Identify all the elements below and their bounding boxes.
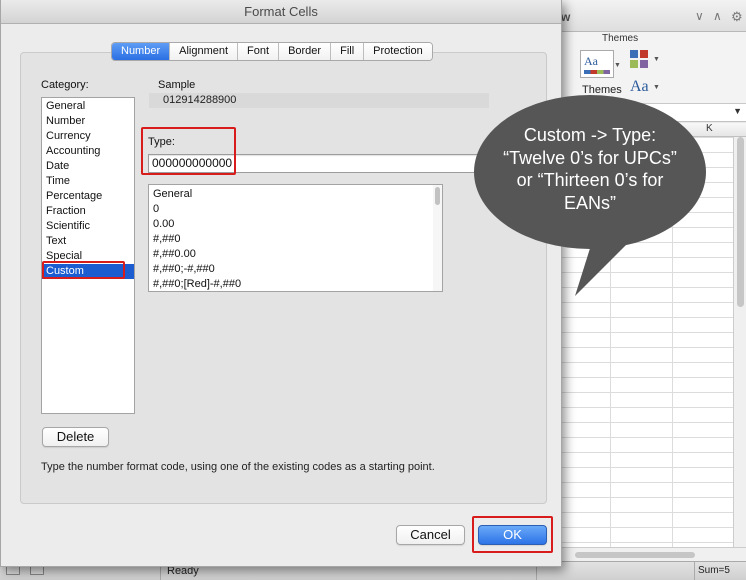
horizontal-scroll-thumb[interactable] — [575, 552, 695, 558]
callout-line: EANs” — [563, 192, 616, 213]
tab-font[interactable]: Font — [238, 43, 280, 60]
format-code-item[interactable]: #,##0;-#,##0 — [153, 262, 215, 277]
ribbon-tab-fragment[interactable]: w — [561, 10, 570, 24]
sample-label: Sample — [158, 79, 196, 91]
category-list[interactable]: General Number Currency Accounting Date … — [41, 97, 135, 414]
theme-colors-icon[interactable] — [630, 50, 650, 70]
format-code-item[interactable]: 0.00 — [153, 217, 174, 232]
theme-color-bar — [584, 70, 610, 74]
category-number[interactable]: Number — [42, 114, 134, 129]
category-time[interactable]: Time — [42, 174, 134, 189]
category-scientific[interactable]: Scientific — [42, 219, 134, 234]
themes-dropdown-icon[interactable]: ▼ — [614, 62, 621, 69]
callout-line: “Twelve 0’s for UPCs” — [503, 147, 677, 168]
category-label: Category: — [41, 79, 89, 91]
status-divider — [694, 562, 695, 580]
themes-button[interactable]: Aa — [580, 50, 614, 78]
cancel-button[interactable]: Cancel — [396, 525, 465, 545]
category-accounting[interactable]: Accounting — [42, 144, 134, 159]
tab-alignment[interactable]: Alignment — [170, 43, 239, 60]
ok-button[interactable]: OK — [478, 525, 547, 545]
ribbon-tab-strip: w ∨ ∧ ⚙ — [555, 0, 746, 32]
vertical-scroll-thumb[interactable] — [737, 137, 744, 307]
colors-dropdown-icon[interactable]: ▼ — [653, 56, 660, 63]
category-currency[interactable]: Currency — [42, 129, 134, 144]
tab-fill[interactable]: Fill — [331, 43, 365, 60]
formula-expand-icon[interactable]: ▼ — [733, 106, 742, 116]
tab-border[interactable]: Border — [279, 43, 332, 60]
theme-preview-text: Aa — [584, 54, 598, 68]
format-code-item[interactable]: #,##0 — [153, 232, 181, 247]
delete-button[interactable]: Delete — [42, 427, 109, 447]
format-code-item[interactable]: General — [153, 187, 192, 202]
chevron-up-icon[interactable]: ∧ — [713, 9, 722, 23]
callout-line: Custom -> Type: — [523, 125, 657, 145]
category-date[interactable]: Date — [42, 159, 134, 174]
horizontal-scrollbar[interactable] — [555, 547, 746, 561]
category-custom[interactable]: Custom — [42, 264, 134, 279]
vertical-scrollbar[interactable] — [733, 137, 746, 547]
callout-bubble: Custom -> Type: “Twelve 0’s for UPCs” or… — [472, 94, 708, 300]
gear-icon[interactable]: ⚙ — [731, 9, 743, 25]
type-input[interactable]: 000000000000 — [148, 154, 483, 173]
fonts-dropdown-icon[interactable]: ▼ — [653, 84, 660, 91]
category-special[interactable]: Special — [42, 249, 134, 264]
format-code-item[interactable]: 0 — [153, 202, 159, 217]
themes-group-label: Themes — [602, 33, 639, 44]
category-text[interactable]: Text — [42, 234, 134, 249]
chevron-down-icon[interactable]: ∨ — [695, 9, 704, 23]
format-code-list[interactable]: General 0 0.00 #,##0 #,##0.00 #,##0;-#,#… — [148, 184, 443, 292]
tab-number[interactable]: Number — [112, 43, 171, 60]
format-list-scroll-thumb[interactable] — [435, 187, 440, 205]
hint-text: Type the number format code, using one o… — [41, 461, 435, 473]
dialog-titlebar[interactable]: Format Cells — [1, 0, 561, 24]
format-code-item[interactable]: #,##0;[Red]-#,##0 — [153, 277, 241, 291]
dialog-title: Format Cells — [244, 4, 318, 19]
sample-value: 012914288900 — [149, 93, 489, 108]
callout-text: Custom -> Type: “Twelve 0’s for UPCs” or… — [490, 124, 690, 214]
tab-protection[interactable]: Protection — [364, 43, 432, 60]
category-general[interactable]: General — [42, 99, 134, 114]
callout-line: or “Thirteen 0’s for — [516, 170, 664, 190]
tab-bar: Number Alignment Font Border Fill Protec… — [111, 42, 433, 61]
format-list-scrollbar[interactable] — [433, 185, 442, 291]
category-percentage[interactable]: Percentage — [42, 189, 134, 204]
category-fraction[interactable]: Fraction — [42, 204, 134, 219]
status-sum: Sum=5 — [698, 565, 730, 576]
format-code-item[interactable]: #,##0.00 — [153, 247, 196, 262]
type-label: Type: — [148, 136, 175, 148]
